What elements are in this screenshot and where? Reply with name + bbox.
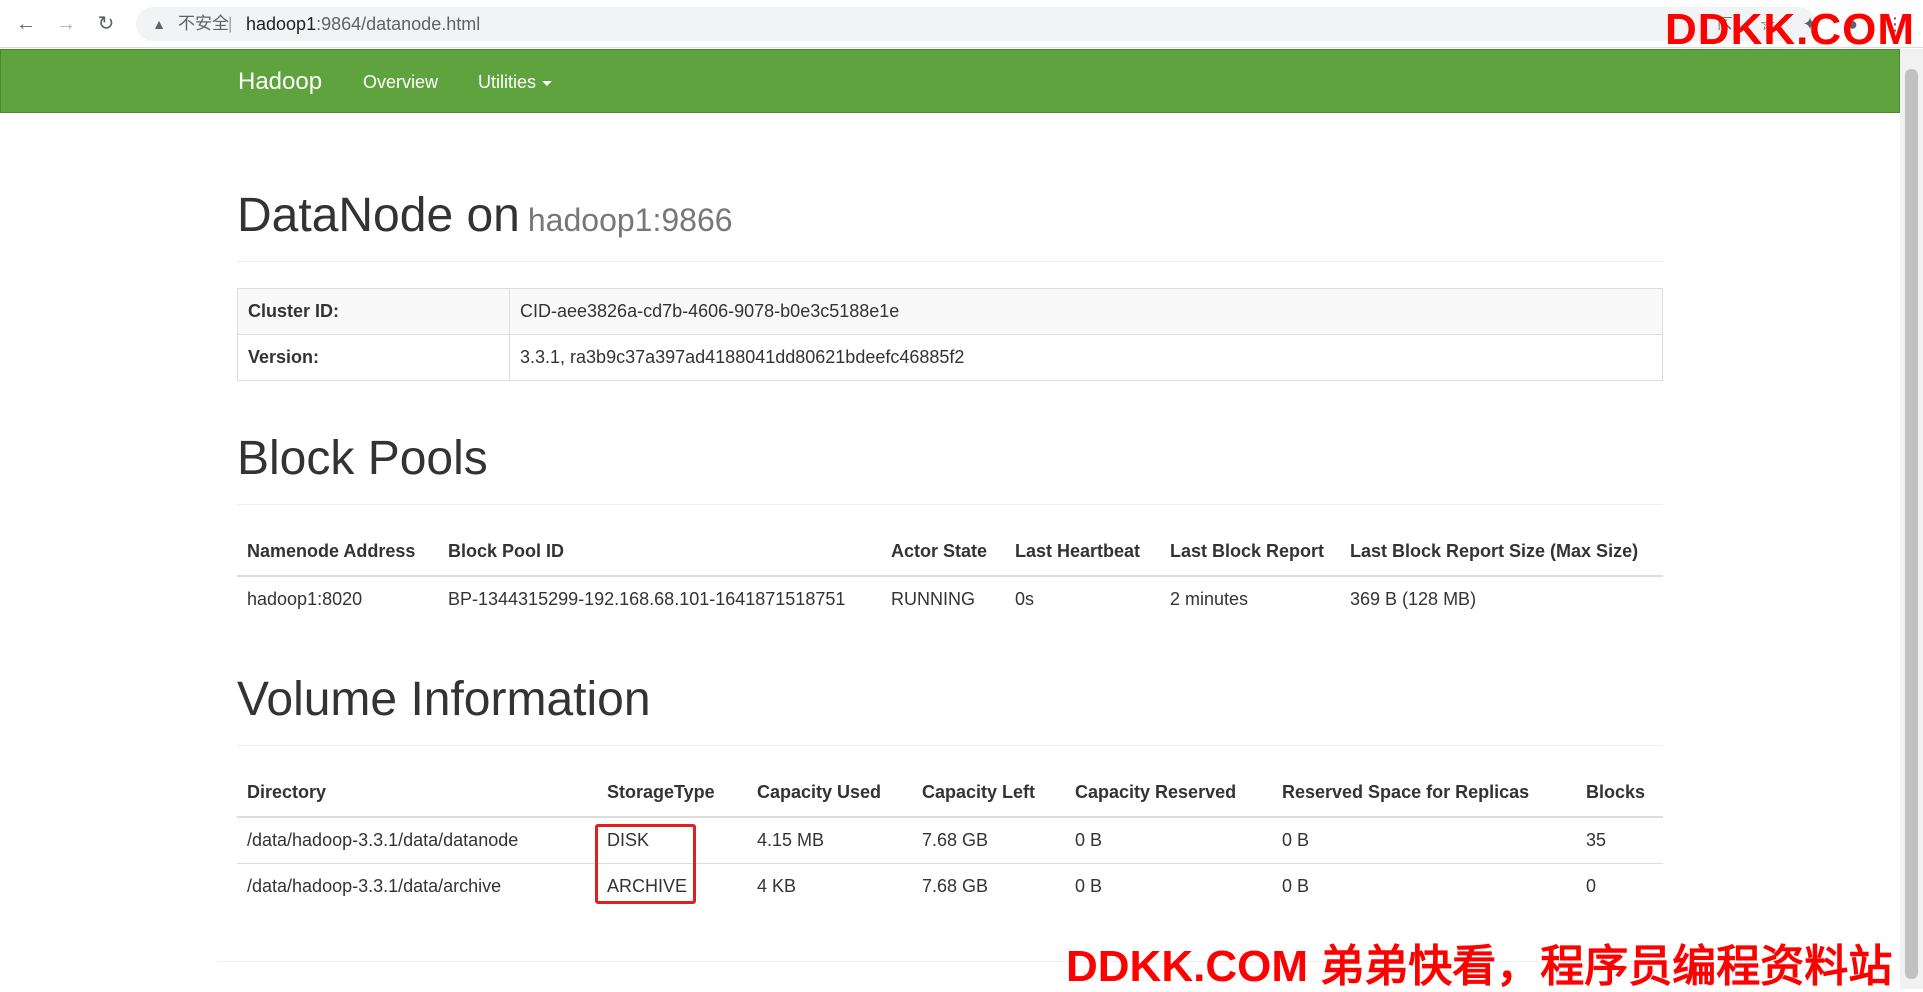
- block-pools-table: Namenode Address Block Pool ID Actor Sta…: [237, 528, 1663, 622]
- column-header: Last Block Report Size (Max Size): [1340, 528, 1663, 577]
- column-header: StorageType: [597, 769, 747, 818]
- info-value: CID-aee3826a-cd7b-4606-9078-b0e3c5188e1e: [509, 288, 1663, 335]
- column-header: Directory: [237, 769, 597, 818]
- nav-overview[interactable]: Overview: [363, 70, 438, 94]
- browser-toolbar: ← → ↻ ▲ 不安全 | hadoop1:9864/datanode.html…: [0, 0, 1923, 54]
- column-header: Capacity Left: [912, 769, 1065, 818]
- table-cell: 35: [1586, 829, 1607, 850]
- column-header: Namenode Address: [237, 528, 438, 577]
- column-header: Capacity Reserved: [1065, 769, 1272, 818]
- table-cell: 7.68 GB: [912, 862, 1065, 909]
- caret-down-icon: [542, 80, 553, 86]
- info-key: Version:: [237, 334, 510, 381]
- url-host: hadoop1: [246, 14, 317, 34]
- column-header: Blocks: [1576, 769, 1663, 818]
- column-header: Actor State: [881, 528, 1005, 577]
- url-text[interactable]: hadoop1:9864/datanode.html: [246, 15, 480, 33]
- column-header: Last Heartbeat: [1005, 528, 1160, 577]
- divider: [237, 504, 1663, 505]
- table-header-row: Namenode Address Block Pool ID Actor Sta…: [237, 528, 1663, 577]
- reload-icon[interactable]: ↻: [92, 10, 120, 38]
- page-title-text: DataNode on: [237, 189, 520, 242]
- nav-utilities-label: Utilities: [478, 72, 537, 92]
- table-cell: 7.68 GB: [922, 829, 989, 850]
- info-value: 3.3.1, ra3b9c37a397ad4188041dd80621bdeef…: [509, 334, 1663, 381]
- table-cell: 0 B: [1065, 862, 1272, 909]
- back-icon[interactable]: ←: [12, 10, 40, 38]
- info-table: Cluster ID: CID-aee3826a-cd7b-4606-9078-…: [237, 288, 1663, 381]
- volume-table: Directory StorageType Capacity Used Capa…: [237, 769, 1663, 909]
- address-bar[interactable]: ▲ 不安全 | hadoop1:9864/datanode.html: [136, 7, 1816, 41]
- table-row: hadoop1:8020 BP-1344315299-192.168.68.10…: [237, 576, 1663, 622]
- table-cell: 369 B (128 MB): [1350, 589, 1477, 609]
- watermark-bottom: DDKK.COM 弟弟快看，程序员编程资料站: [1066, 942, 1893, 991]
- column-header: Capacity Used: [747, 769, 912, 818]
- page-subtitle: hadoop1:9866: [527, 202, 733, 238]
- scrollbar[interactable]: [1900, 49, 1923, 989]
- navbar-brand[interactable]: Hadoop: [238, 68, 322, 96]
- navbar: Hadoop Overview Utilities: [0, 49, 1900, 113]
- scrollbar-thumb[interactable]: [1905, 69, 1918, 979]
- table-cell: 4 KB: [747, 862, 912, 909]
- table-header-row: Directory StorageType Capacity Used Capa…: [237, 769, 1663, 818]
- nav-utilities[interactable]: Utilities: [478, 70, 553, 94]
- divider: [237, 745, 1663, 746]
- table-cell: BP-1344315299-192.168.68.101-16418715187…: [448, 589, 846, 609]
- url-separator: |: [228, 14, 233, 33]
- table-cell: 0 B: [1075, 829, 1103, 850]
- column-header: Reserved Space for Replicas: [1272, 769, 1576, 818]
- warning-icon[interactable]: ▲: [150, 15, 168, 33]
- forward-icon[interactable]: →: [52, 10, 80, 38]
- table-cell: /data/hadoop-3.3.1/data/archive: [237, 862, 597, 909]
- column-header: Block Pool ID: [438, 528, 881, 577]
- insecure-label[interactable]: 不安全: [178, 15, 229, 33]
- table-cell: 2 minutes: [1170, 589, 1249, 609]
- table-cell: hadoop1:8020: [247, 589, 363, 609]
- info-key: Cluster ID:: [237, 288, 510, 335]
- table-cell: 0: [1576, 862, 1663, 909]
- table-cell: 0s: [1015, 589, 1035, 609]
- divider: [237, 261, 1663, 262]
- column-header: Last Block Report: [1160, 528, 1340, 577]
- url-path: :9864/datanode.html: [316, 14, 481, 34]
- table-row: Cluster ID: CID-aee3826a-cd7b-4606-9078-…: [237, 288, 1663, 335]
- table-cell: RUNNING: [891, 589, 975, 609]
- annotation-highlight-box: [595, 824, 696, 904]
- table-cell: 0 B: [1272, 862, 1576, 909]
- table-cell: 0 B: [1282, 829, 1310, 850]
- volume-information-heading: Volume Information: [237, 673, 651, 726]
- table-row: Version: 3.3.1, ra3b9c37a397ad4188041dd8…: [237, 334, 1663, 381]
- page-title: DataNode on hadoop1:9866: [237, 188, 733, 248]
- table-cell: 4.15 MB: [757, 829, 825, 850]
- table-row: /data/hadoop-3.3.1/data/archive ARCHIVE …: [237, 862, 1663, 909]
- block-pools-heading: Block Pools: [237, 432, 488, 485]
- table-cell: /data/hadoop-3.3.1/data/datanode: [247, 829, 519, 850]
- table-row: /data/hadoop-3.3.1/data/datanode DISK 4.…: [237, 817, 1663, 863]
